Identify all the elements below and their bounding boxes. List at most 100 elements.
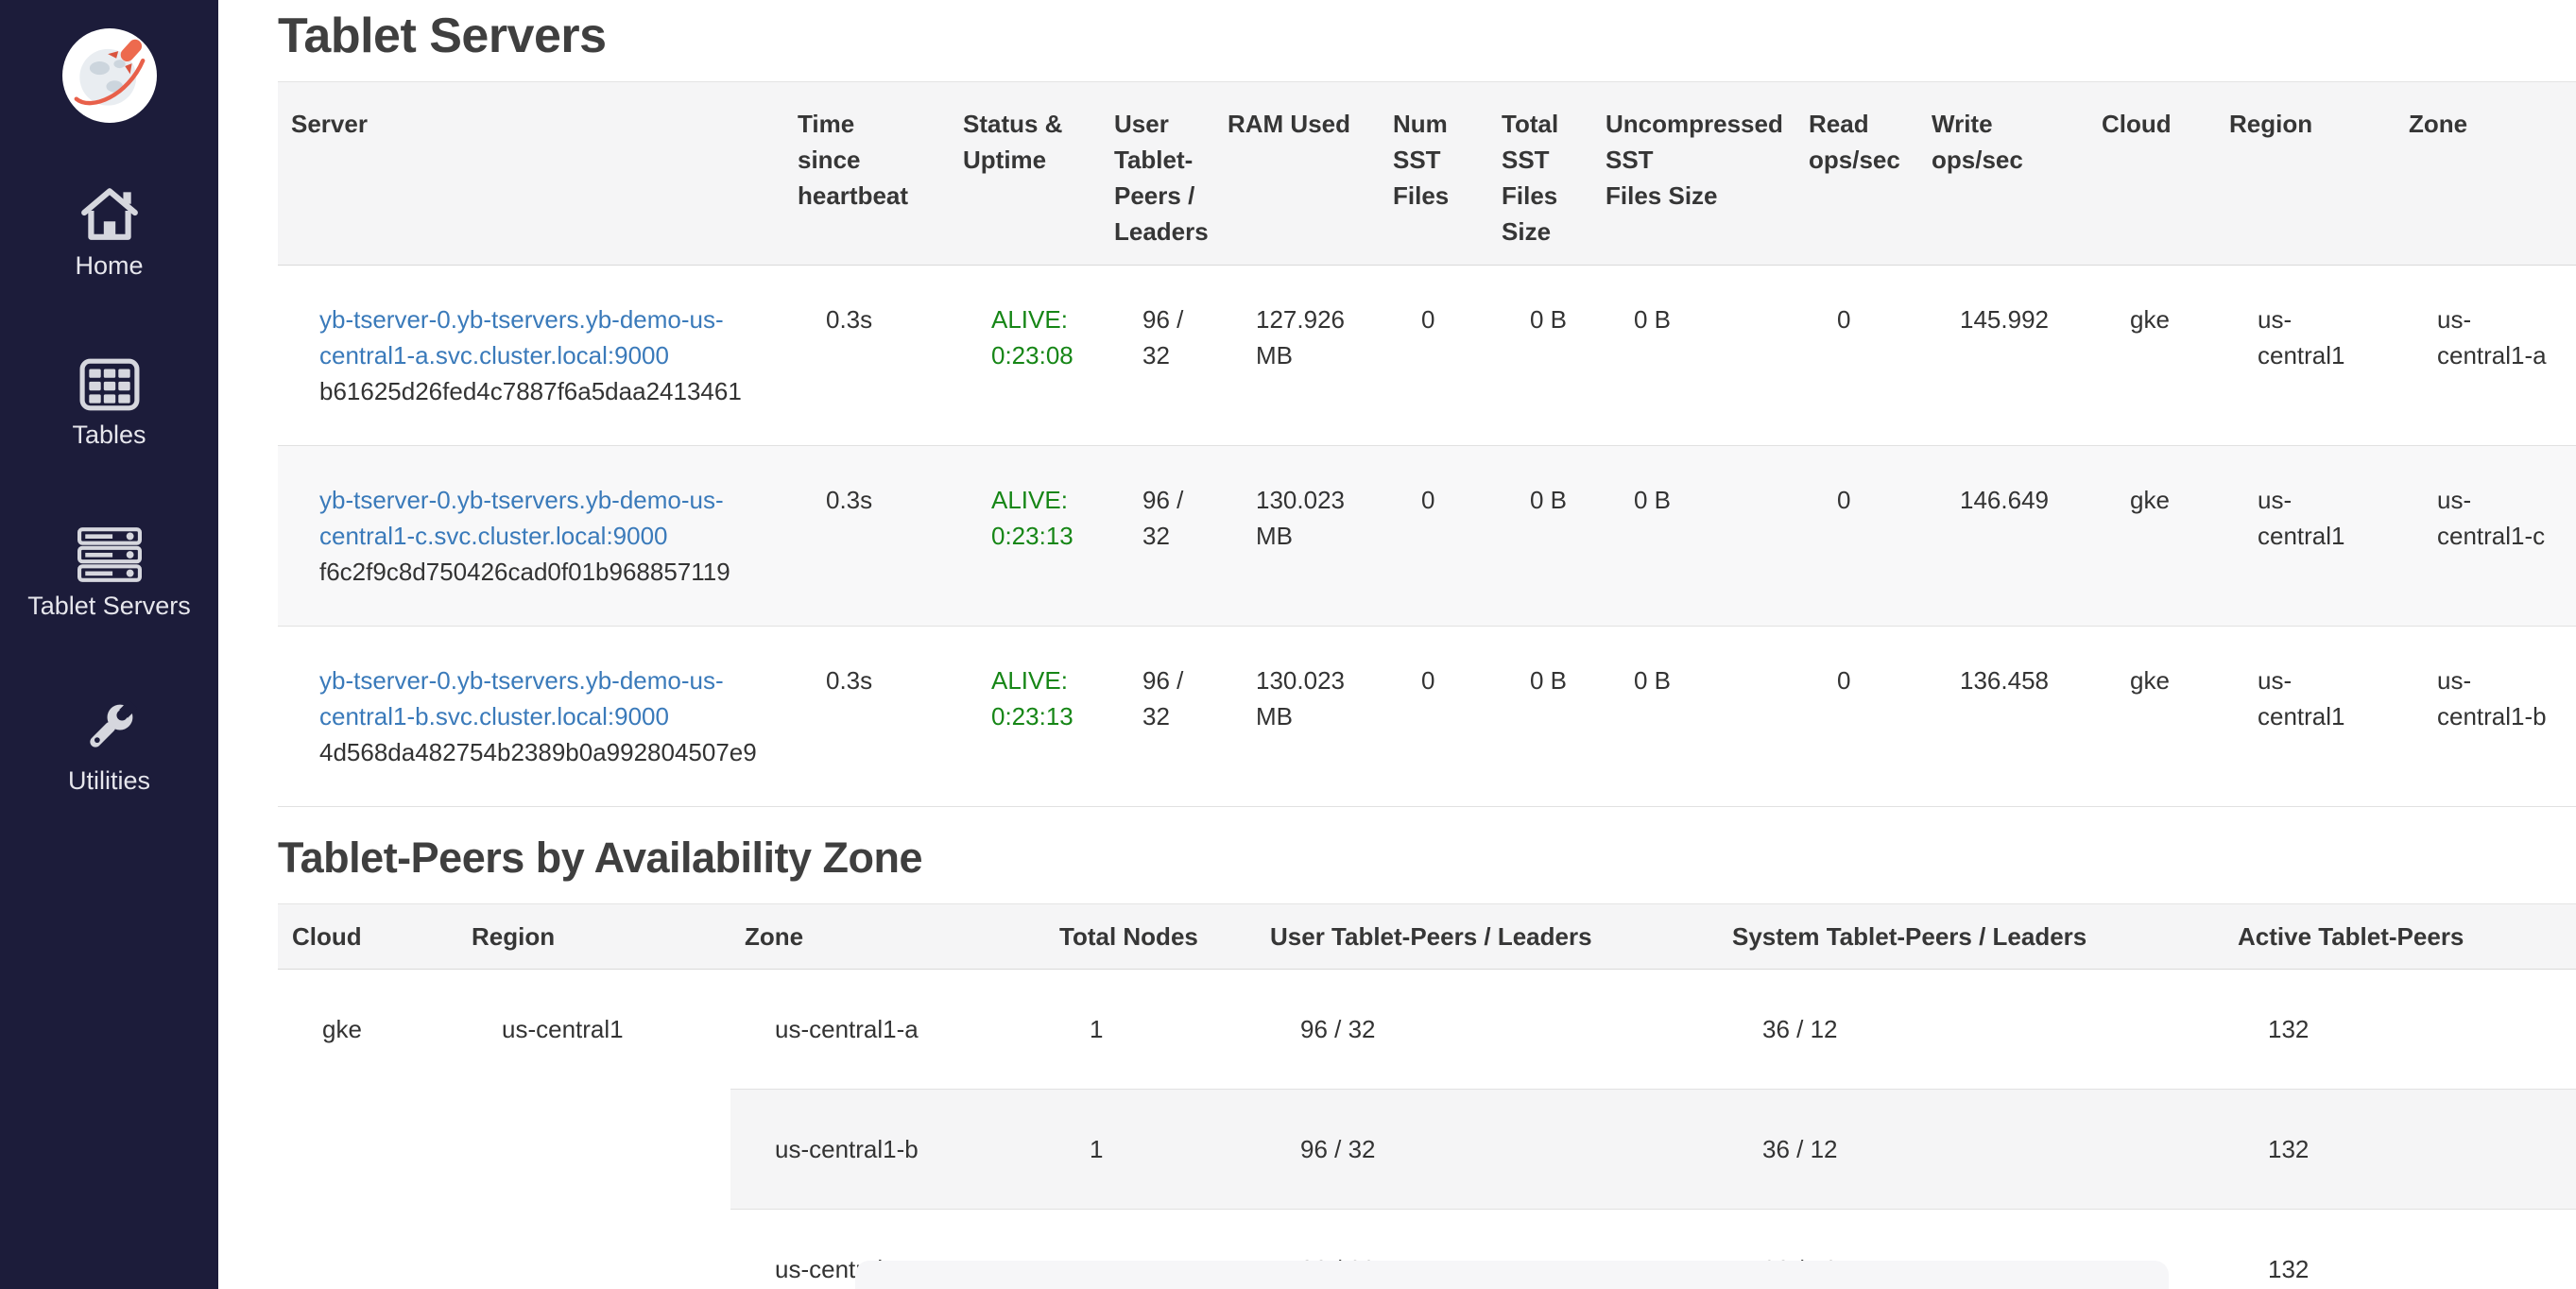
cell-total-nodes: 1 — [1045, 970, 1256, 1090]
horizontal-scrollbar[interactable] — [855, 1261, 2169, 1289]
cell-uncompressed-sst-files-size: 0 B — [1592, 266, 1795, 446]
column-header-cloud: Cloud — [2088, 82, 2216, 266]
cell-zone: us-central1-a — [2396, 266, 2576, 446]
column-header-uncompressed-sst-files-size: Uncompressed SST Files Size — [1592, 82, 1795, 266]
rocket-globe-icon — [68, 34, 151, 117]
column-header-cloud: Cloud — [278, 904, 457, 970]
tserver-header-row: Server Time since heartbeat Status & Upt… — [278, 82, 2576, 266]
cell-total-nodes: 1 — [1045, 1090, 1256, 1210]
cell-read-ops: 0 — [1795, 627, 1918, 807]
tserver-row-1: yb-tserver-0.yb-tservers.yb-demo-us-cent… — [278, 446, 2576, 627]
sidebar-item-label: Utilities — [68, 766, 150, 796]
cell-total-sst-files-size: 0 B — [1488, 446, 1592, 627]
tserver-row-0: yb-tserver-0.yb-tservers.yb-demo-us-cent… — [278, 266, 2576, 446]
column-header-time-since-heartbeat: Time since heartbeat — [784, 82, 950, 266]
cell-time-since-heartbeat: 0.3s — [784, 266, 950, 446]
main-content: Tablet Servers Server Time since heartbe… — [218, 0, 2576, 1289]
cell-ram-used: 130.023 MB — [1214, 627, 1380, 807]
utilities-icon — [80, 698, 139, 757]
cell-active-tablet-peers: 132 — [2224, 1210, 2576, 1289]
column-header-num-sst-files: Num SST Files — [1380, 82, 1488, 266]
column-header-region: Region — [2216, 82, 2396, 266]
cell-server: yb-tserver-0.yb-tservers.yb-demo-us-cent… — [278, 266, 784, 446]
cell-uncompressed-sst-files-size: 0 B — [1592, 446, 1795, 627]
tablet-servers-table: Server Time since heartbeat Status & Upt… — [278, 81, 2576, 807]
cell-server: yb-tserver-0.yb-tservers.yb-demo-us-cent… — [278, 627, 784, 807]
cell-zone: us-central1-b — [730, 1090, 1045, 1210]
sidebar-item-label: Tablet Servers — [27, 592, 191, 621]
tables-icon — [79, 358, 140, 411]
cell-user-tablet-peers: 96 / 32 — [1256, 1090, 1718, 1210]
cell-server: yb-tserver-0.yb-tservers.yb-demo-us-cent… — [278, 446, 784, 627]
cell-status-uptime: ALIVE: 0:23:13 — [950, 627, 1101, 807]
tserver-uuid: b61625d26fed4c7887f6a5daa2413461 — [319, 373, 764, 409]
sidebar-item-home[interactable]: Home — [0, 183, 218, 281]
column-header-zone: Zone — [2396, 82, 2576, 266]
cell-status-uptime: ALIVE: 0:23:08 — [950, 266, 1101, 446]
column-header-region: Region — [457, 904, 730, 970]
column-header-active-tablet-peers: Active Tablet-Peers — [2224, 904, 2576, 970]
cell-active-tablet-peers: 132 — [2224, 1090, 2576, 1210]
tserver-link[interactable]: yb-tserver-0.yb-tservers.yb-demo-us-cent… — [319, 305, 724, 370]
cell-user-tablet-peers: 96 / 32 — [1256, 970, 1718, 1090]
cell-region: us-central1 — [2216, 446, 2396, 627]
az-table: Cloud Region Zone Total Nodes User Table… — [278, 903, 2576, 1289]
cell-read-ops: 0 — [1795, 266, 1918, 446]
cell-user-tablet-peers: 96 / 32 — [1101, 266, 1214, 446]
sidebar-nav: Home Tables — [0, 183, 218, 873]
tserver-link[interactable]: yb-tserver-0.yb-tservers.yb-demo-us-cent… — [319, 486, 724, 550]
page-title: Tablet Servers — [278, 8, 2576, 64]
column-header-status-uptime: Status & Uptime — [950, 82, 1101, 266]
cell-write-ops: 136.458 — [1918, 627, 2088, 807]
az-section-title: Tablet-Peers by Availability Zone — [278, 834, 2576, 883]
sidebar: Home Tables — [0, 0, 218, 1289]
cell-system-tablet-peers: 36 / 12 — [1718, 970, 2224, 1090]
tserver-uuid: f6c2f9c8d750426cad0f01b968857119 — [319, 554, 764, 590]
sidebar-item-utilities[interactable]: Utilities — [0, 698, 218, 796]
cell-ram-used: 130.023 MB — [1214, 446, 1380, 627]
cell-total-sst-files-size: 0 B — [1488, 627, 1592, 807]
column-header-server: Server — [278, 82, 784, 266]
az-row-0: gke us-central1 us-central1-a 1 96 / 32 … — [278, 970, 2576, 1090]
az-header-row: Cloud Region Zone Total Nodes User Table… — [278, 904, 2576, 970]
cell-write-ops: 145.992 — [1918, 266, 2088, 446]
cell-user-tablet-peers: 96 / 32 — [1101, 446, 1214, 627]
tserver-link[interactable]: yb-tserver-0.yb-tservers.yb-demo-us-cent… — [319, 666, 724, 730]
yugabytedb-logo[interactable] — [62, 28, 157, 123]
cell-cloud: gke — [2088, 627, 2216, 807]
cell-region: us-central1 — [2216, 627, 2396, 807]
column-header-ram-used: RAM Used — [1214, 82, 1380, 266]
sidebar-item-label: Tables — [72, 421, 146, 450]
cell-system-tablet-peers: 36 / 12 — [1718, 1090, 2224, 1210]
cell-uncompressed-sst-files-size: 0 B — [1592, 627, 1795, 807]
cell-read-ops: 0 — [1795, 446, 1918, 627]
cell-num-sst-files: 0 — [1380, 446, 1488, 627]
cell-cloud: gke — [278, 970, 457, 1289]
tserver-uuid: 4d568da482754b2389b0a992804507e9 — [319, 734, 764, 770]
home-icon — [78, 183, 141, 242]
column-header-user-tablet-peers: User Tablet- Peers / Leaders — [1101, 82, 1214, 266]
cell-active-tablet-peers: 132 — [2224, 970, 2576, 1090]
column-header-read-ops: Read ops/sec — [1795, 82, 1918, 266]
cell-region: us-central1 — [457, 970, 730, 1289]
cell-write-ops: 146.649 — [1918, 446, 2088, 627]
column-header-system-tablet-peers-leaders: System Tablet-Peers / Leaders — [1718, 904, 2224, 970]
cell-user-tablet-peers: 96 / 32 — [1101, 627, 1214, 807]
cell-cloud: gke — [2088, 266, 2216, 446]
column-header-write-ops: Write ops/sec — [1918, 82, 2088, 266]
cell-ram-used: 127.926 MB — [1214, 266, 1380, 446]
sidebar-item-label: Home — [75, 251, 143, 281]
tablet-servers-icon — [77, 527, 142, 582]
column-header-user-tablet-peers-leaders: User Tablet-Peers / Leaders — [1256, 904, 1718, 970]
cell-num-sst-files: 0 — [1380, 266, 1488, 446]
cell-cloud: gke — [2088, 446, 2216, 627]
column-header-total-nodes: Total Nodes — [1045, 904, 1256, 970]
cell-region: us-central1 — [2216, 266, 2396, 446]
sidebar-item-tables[interactable]: Tables — [0, 358, 218, 450]
cell-zone: us-central1-c — [2396, 446, 2576, 627]
sidebar-item-tablet-servers[interactable]: Tablet Servers — [0, 527, 218, 621]
cell-time-since-heartbeat: 0.3s — [784, 627, 950, 807]
cell-zone: us-central1-a — [730, 970, 1045, 1090]
column-header-zone: Zone — [730, 904, 1045, 970]
cell-num-sst-files: 0 — [1380, 627, 1488, 807]
